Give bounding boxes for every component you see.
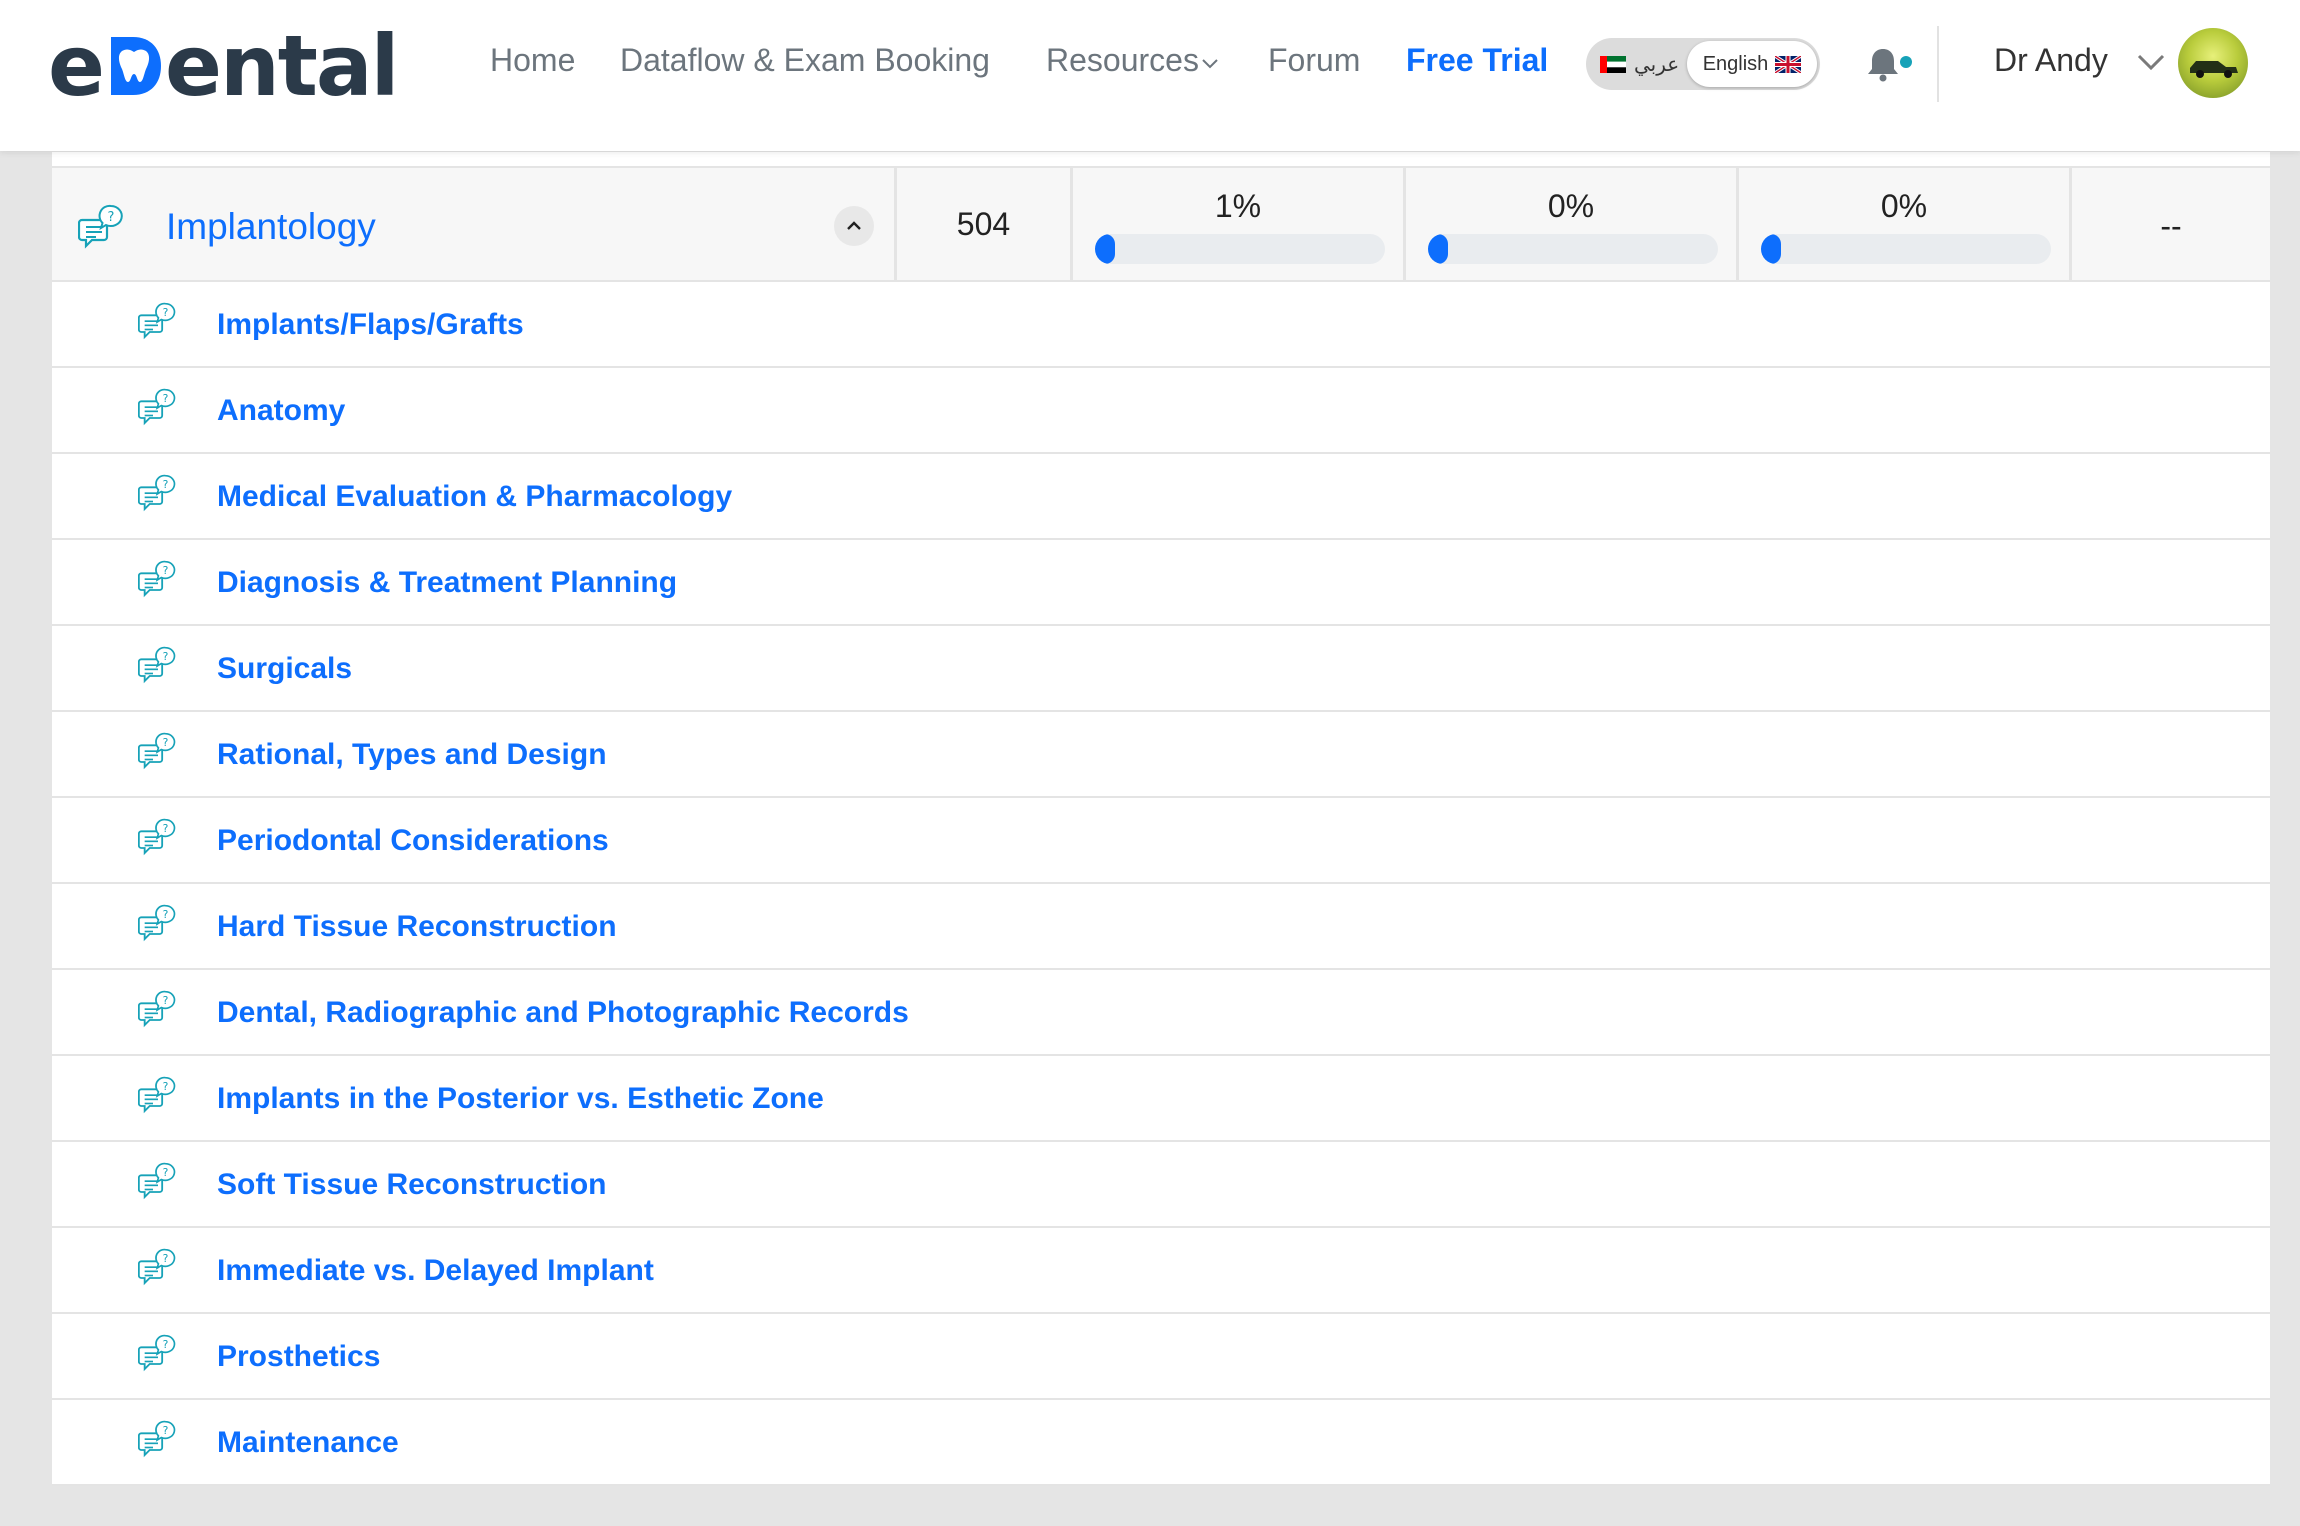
question-chat-icon <box>138 302 178 342</box>
subtopic-row[interactable]: Periodontal Considerations <box>52 798 2270 884</box>
nav-resources-dropdown[interactable]: Resources <box>1046 42 1219 79</box>
subtopic-row[interactable]: Hard Tissue Reconstruction <box>52 884 2270 970</box>
subtopic-link[interactable]: Rational, Types and Design <box>217 738 607 772</box>
question-chat-icon <box>78 204 126 252</box>
subtopic-link[interactable]: Hard Tissue Reconstruction <box>217 910 617 944</box>
subtopic-row[interactable]: Dental, Radiographic and Photographic Re… <box>52 970 2270 1056</box>
tooth-logo-icon <box>110 37 161 95</box>
progress-percent-1: 1% <box>1214 188 1262 224</box>
bell-icon[interactable] <box>1866 46 1900 82</box>
category-panel: Implantology 504 1% 0% 0% -- Implants/Fl… <box>52 152 2270 1486</box>
question-chat-icon <box>138 646 178 686</box>
lang-arabic-label: عربي <box>1634 54 1680 76</box>
subtopic-row[interactable]: Maintenance <box>52 1400 2270 1486</box>
logo-text-end: ental <box>164 17 399 115</box>
lang-option-arabic[interactable]: عربي <box>1600 52 1679 77</box>
question-chat-icon <box>138 732 178 772</box>
subtopic-row[interactable]: Surgicals <box>52 626 2270 712</box>
question-count: 504 <box>956 206 1011 242</box>
question-chat-icon <box>138 1076 178 1116</box>
question-chat-icon <box>138 560 178 600</box>
subtopic-link[interactable]: Dental, Radiographic and Photographic Re… <box>217 996 909 1030</box>
question-count-cell: 504 <box>894 168 1070 280</box>
car-avatar-image <box>2190 61 2238 78</box>
progress-fill-2 <box>1428 234 1448 264</box>
subtopic-link[interactable]: Soft Tissue Reconstruction <box>217 1168 607 1202</box>
nav-resources-label: Resources <box>1046 42 1199 78</box>
subtopic-row[interactable]: Prosthetics <box>52 1314 2270 1400</box>
subtopic-link[interactable]: Diagnosis & Treatment Planning <box>217 566 677 600</box>
subtopic-row[interactable]: Medical Evaluation & Pharmacology <box>52 454 2270 540</box>
nav-free-trial-link[interactable]: Free Trial <box>1406 42 1548 79</box>
subtopic-row[interactable]: Soft Tissue Reconstruction <box>52 1142 2270 1228</box>
question-chat-icon <box>138 1334 178 1374</box>
subtopic-row[interactable]: Anatomy <box>52 368 2270 454</box>
user-name[interactable]: Dr Andy <box>1994 42 2108 79</box>
question-chat-icon <box>138 1248 178 1288</box>
subtopic-link[interactable]: Anatomy <box>217 394 345 428</box>
uk-flag-icon <box>1775 55 1802 73</box>
subtopic-link[interactable]: Periodontal Considerations <box>217 824 609 858</box>
lang-english-label: English <box>1702 52 1769 75</box>
question-chat-icon <box>138 818 178 858</box>
progress-cell-3: 0% <box>1736 168 2069 280</box>
last-attempt-value: -- <box>2160 208 2182 244</box>
subtopic-row[interactable]: Rational, Types and Design <box>52 712 2270 798</box>
category-title[interactable]: Implantology <box>166 206 376 248</box>
progress-bar-2 <box>1428 234 1718 264</box>
avatar[interactable] <box>2178 28 2248 98</box>
subtopic-link[interactable]: Immediate vs. Delayed Implant <box>217 1254 654 1288</box>
subtopic-link[interactable]: Implants in the Posterior vs. Esthetic Z… <box>217 1082 824 1116</box>
question-chat-icon <box>138 1420 178 1460</box>
progress-percent-2: 0% <box>1547 188 1595 224</box>
category-row-implantology[interactable]: Implantology 504 1% 0% 0% -- <box>52 166 2270 282</box>
subtopic-link[interactable]: Implants/Flaps/Grafts <box>217 308 524 342</box>
nav-dataflow-link[interactable]: Dataflow & Exam Booking <box>620 42 990 79</box>
category-title-cell: Implantology <box>52 168 894 280</box>
chevron-down-icon[interactable] <box>2136 50 2166 74</box>
nav-home-link[interactable]: Home <box>490 42 575 79</box>
logo-text-start: e <box>48 17 105 115</box>
progress-fill-3 <box>1761 234 1781 264</box>
edental-logo[interactable]: e ental <box>48 17 399 115</box>
chevron-up-icon <box>847 221 861 230</box>
question-chat-icon <box>138 1162 178 1202</box>
progress-cell-1: 1% <box>1070 168 1403 280</box>
subtopic-list: Implants/Flaps/Grafts Anatomy Medical Eval… <box>52 282 2270 1486</box>
subtopic-row[interactable]: Diagnosis & Treatment Planning <box>52 540 2270 626</box>
subtopic-link[interactable]: Prosthetics <box>217 1340 380 1374</box>
question-chat-icon <box>138 388 178 428</box>
collapse-button[interactable] <box>834 206 874 246</box>
notification-dot <box>1900 56 1912 68</box>
subtopic-link[interactable]: Medical Evaluation & Pharmacology <box>217 480 732 514</box>
question-chat-icon <box>138 990 178 1030</box>
subtopic-row[interactable]: Implants/Flaps/Grafts <box>52 282 2270 368</box>
question-chat-icon <box>138 904 178 944</box>
uae-flag-icon <box>1600 56 1626 73</box>
top-navbar: e ental Home Dataflow & Exam Booking Res… <box>0 0 2300 151</box>
last-attempt-cell: -- <box>2069 168 2270 280</box>
progress-percent-3: 0% <box>1880 188 1928 224</box>
progress-bar-1 <box>1095 234 1385 264</box>
language-toggle[interactable]: عربي English <box>1586 38 1820 90</box>
progress-bar-3 <box>1761 234 2051 264</box>
subtopic-row[interactable]: Immediate vs. Delayed Implant <box>52 1228 2270 1314</box>
progress-fill-1 <box>1095 234 1115 264</box>
nav-forum-link[interactable]: Forum <box>1268 42 1360 79</box>
lang-option-english[interactable]: English <box>1687 41 1817 87</box>
subtopic-row[interactable]: Implants in the Posterior vs. Esthetic Z… <box>52 1056 2270 1142</box>
chevron-down-icon <box>1202 58 1218 68</box>
subtopic-link[interactable]: Surgicals <box>217 652 352 686</box>
subtopic-link[interactable]: Maintenance <box>217 1426 399 1460</box>
header-divider <box>1937 26 1939 102</box>
progress-cell-2: 0% <box>1403 168 1736 280</box>
question-chat-icon <box>138 474 178 514</box>
